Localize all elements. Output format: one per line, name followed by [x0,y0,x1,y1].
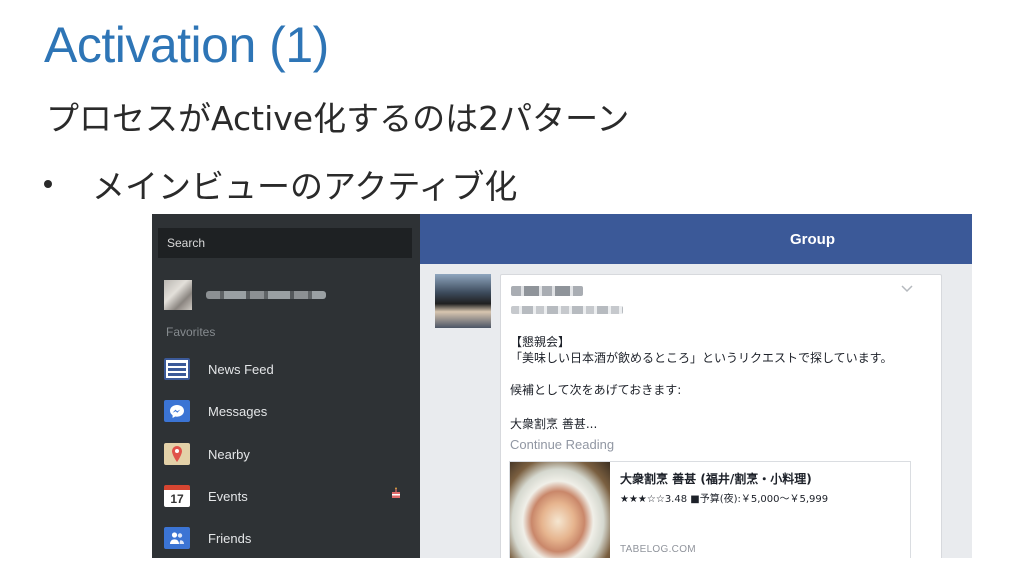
chevron-down-icon[interactable] [901,281,913,297]
sidebar-item-label: Nearby [208,446,250,462]
messages-icon [164,400,190,422]
header-title: Group [790,231,835,248]
author-name-blurred[interactable] [511,286,583,296]
post-card: 【懇親会】 「美味しい日本酒が飲めるところ」というリクエストで探しています。 候… [500,274,942,558]
sidebar-item-label: Friends [208,530,252,546]
sidebar: Search Favorites News Feed Messages Near… [152,214,420,558]
link-preview-image [510,462,610,558]
avatar [164,280,192,310]
post-line: 大衆割烹 善甚... [510,417,598,431]
birthday-cake-icon [390,487,402,502]
events-icon: 17 [164,485,190,507]
profile-item[interactable] [160,276,410,316]
post-meta-blurred [511,306,623,314]
sidebar-item-label: Messages [208,403,268,419]
link-preview[interactable]: 大衆割烹 善甚 (福井/割烹・小料理) ★★★☆☆3.48 ■予算(夜):￥5,… [509,461,911,558]
sidebar-item-nearby[interactable]: Nearby [164,439,414,469]
poster-avatar[interactable] [435,274,491,328]
link-title: 大衆割烹 善甚 (福井/割烹・小料理) [620,472,812,486]
sidebar-item-messages[interactable]: Messages [164,396,414,426]
continue-reading-link[interactable]: Continue Reading [510,437,614,452]
search-input[interactable]: Search [158,228,412,258]
post-line: 「美味しい日本酒が飲めるところ」というリクエストで探しています。 [510,351,893,365]
search-placeholder: Search [167,236,206,250]
events-icon-date: 17 [170,491,184,506]
slide-bullet: メインビューのアクティブ化 [44,160,517,208]
sidebar-item-label: Events [208,488,248,504]
friends-icon [164,527,190,549]
slide-subtitle: プロセスがActive化するのは2パターン [46,99,630,138]
sidebar-item-label: News Feed [208,361,274,377]
slide-title: Activation (1) [44,17,329,73]
nearby-icon [164,443,190,465]
news-feed-icon [164,358,190,380]
app-screenshot: Search Favorites News Feed Messages Near… [152,214,972,558]
bullet-dot-icon [44,180,52,188]
post-line: 【懇親会】 [510,335,571,349]
header-bar: Group [420,214,972,264]
bullet-text: メインビューのアクティブ化 [92,167,518,206]
link-domain: TABELOG.COM [620,544,696,555]
sidebar-item-news-feed[interactable]: News Feed [164,354,414,384]
profile-name-blurred [206,291,326,299]
post-line: 候補として次をあげておきます: [510,383,682,397]
favorites-label: Favorites [166,325,216,339]
link-description: ★★★☆☆3.48 ■予算(夜):￥5,000～￥5,999 [620,494,829,505]
sidebar-item-events[interactable]: 17 Events [164,481,414,511]
sidebar-item-friends[interactable]: Friends [164,523,414,553]
